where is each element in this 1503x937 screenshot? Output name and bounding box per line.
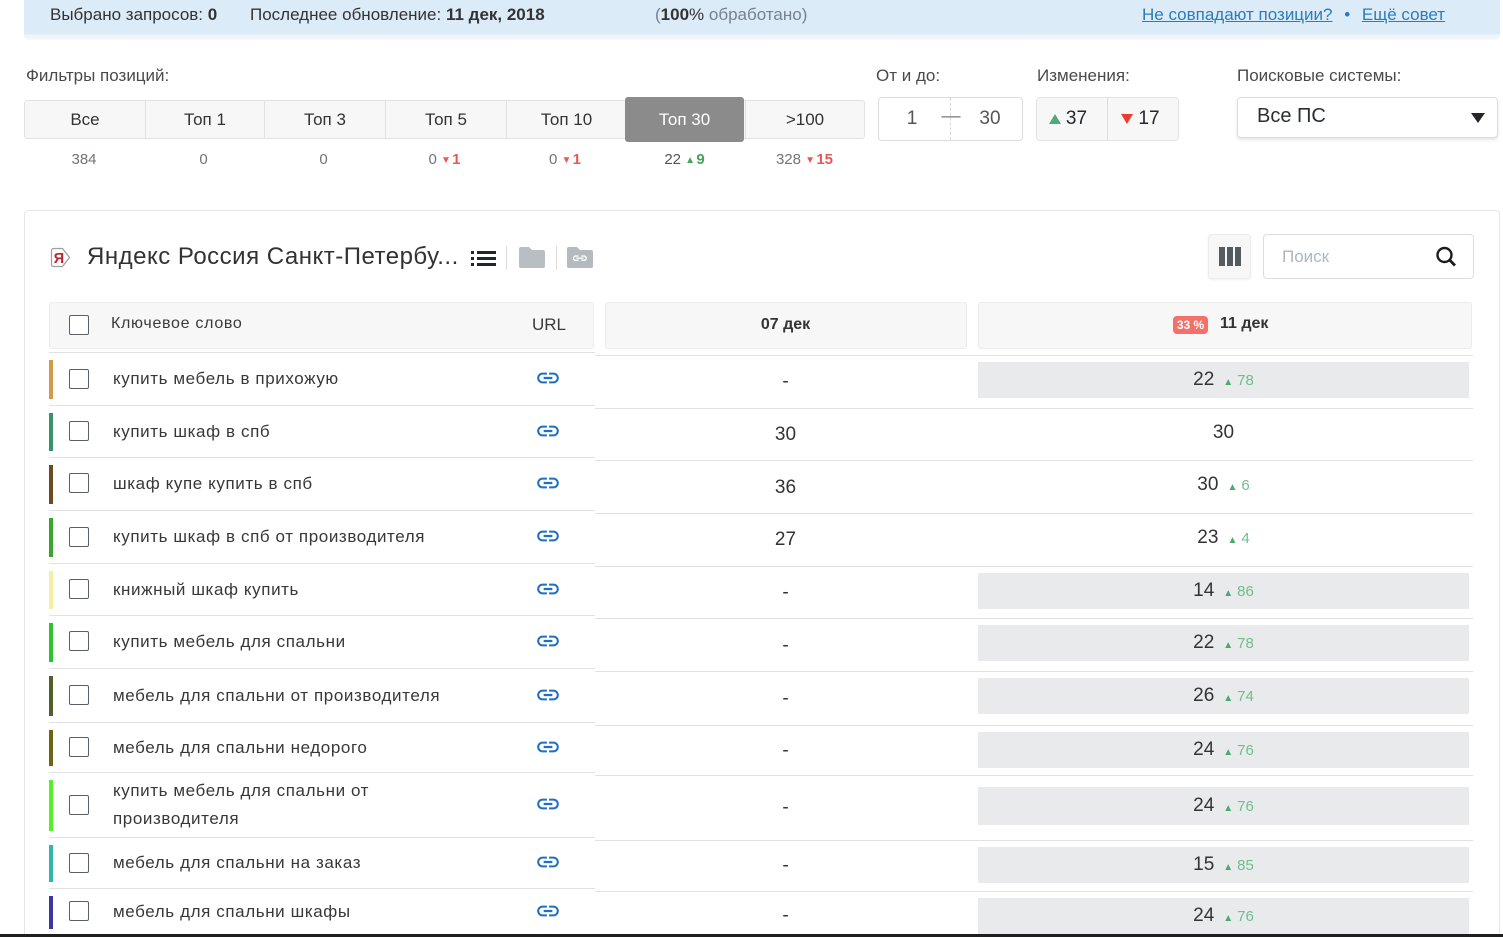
svg-text:Я: Я	[54, 251, 64, 267]
